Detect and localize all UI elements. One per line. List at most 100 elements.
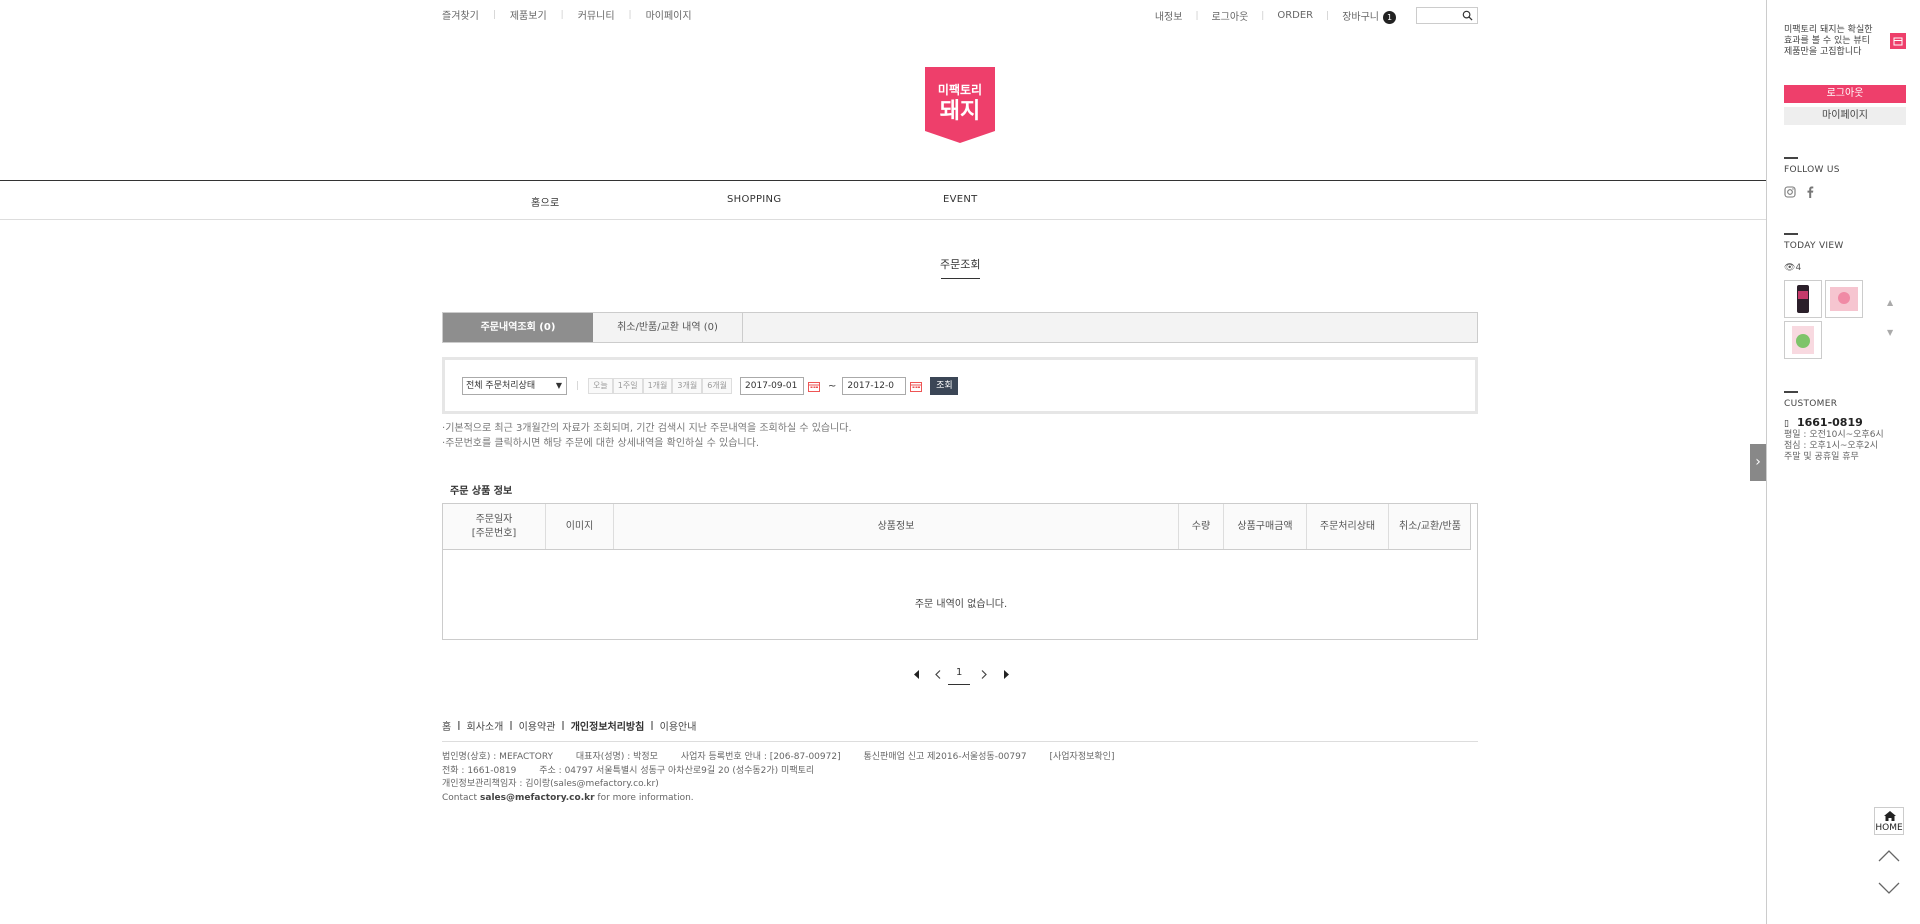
table-header: 주문일자 [주문번호] 이미지 상품정보 수량 상품구매금액 주문처리상태 취소…	[443, 504, 1471, 550]
sidebar-toggle-button[interactable]: ›	[1750, 444, 1766, 481]
scroll-top-icon[interactable]	[1877, 848, 1901, 864]
phone-icon: ▯	[1784, 419, 1789, 429]
section-dash	[1784, 233, 1798, 235]
divider: |	[509, 720, 513, 731]
product-image	[1830, 287, 1858, 311]
sidebar-logout-button[interactable]: 로그아웃	[1784, 85, 1906, 103]
page-number-current[interactable]: 1	[956, 667, 962, 678]
empty-message: 주문 내역이 없습니다.	[914, 599, 1008, 610]
search-button[interactable]: 조회	[930, 377, 959, 395]
eye-icon: 👁	[1784, 263, 1796, 273]
phone-number: 1661-0819	[1796, 416, 1863, 429]
customer-hours: 평일 : 오전10시~오후6시 점심 : 오후1시~오후2시 주말 및 공휴일 …	[1784, 430, 1904, 463]
period-6month-button[interactable]: 6개월	[702, 378, 733, 394]
company-info: 법인명(상호) : MEFACTORY 대표자(성명) : 박정모 사업자 등록…	[442, 751, 1114, 805]
privacy-officer: 개인정보관리책임자 : 김이랑(sales@mefactory.co.kr)	[442, 779, 659, 789]
divider: |	[561, 720, 565, 731]
period-1month-button[interactable]: 1개월	[642, 378, 673, 394]
brand-logo[interactable]: 미팩토리 돼지	[925, 67, 995, 143]
page-title: 주문조회	[940, 258, 981, 271]
instagram-icon[interactable]	[1784, 186, 1796, 198]
top-link-logout[interactable]: 로그아웃	[1211, 8, 1248, 23]
period-1week-button[interactable]: 1주일	[612, 378, 643, 394]
divider: |	[1326, 10, 1330, 21]
view-count: 👁4	[1784, 263, 1801, 273]
social-links	[1784, 186, 1814, 198]
section-dash	[1784, 391, 1798, 393]
top-link-community[interactable]: 커뮤니티	[578, 7, 615, 22]
footer-link-about[interactable]: 회사소개	[467, 718, 504, 733]
top-link-myinfo[interactable]: 내정보	[1155, 8, 1183, 23]
sidebar-intro: 미팩토리 돼지는 확실한 효과를 볼 수 있는 뷰티 제품만을 고집합니다	[1784, 25, 1873, 57]
recent-product-thumb[interactable]	[1784, 280, 1822, 318]
contact-prefix: Contact	[442, 792, 478, 803]
order-filter-box: 전체 주문처리상태 ▼ | 오늘 1주일 1개월 3개월 6개월 2017-09…	[442, 357, 1478, 414]
recent-product-thumb[interactable]	[1784, 321, 1822, 359]
note-text: 기본적으로 최근 3개월간의 자료가 조회되며, 기간 검색시 지난 주문내역을…	[445, 423, 852, 434]
thumb-scroll-down-icon[interactable]: ▼	[1887, 328, 1893, 337]
calendar-icon[interactable]	[910, 381, 923, 392]
divider: |	[457, 720, 461, 731]
top-search-input[interactable]	[1416, 7, 1478, 24]
tab-cancel-return-exchange[interactable]: 취소/반품/교환 내역 (0)	[593, 313, 743, 342]
divider: |	[650, 720, 654, 731]
filter-controls: 전체 주문처리상태 ▼ | 오늘 1주일 1개월 3개월 6개월 2017-09…	[462, 377, 959, 395]
hours-line: 점심 : 오후1시~오후2시	[1784, 441, 1878, 451]
divider: |	[576, 381, 580, 391]
top-left-links: 즐겨찾기 | 제품보기 | 커뮤니티 | 마이페이지	[442, 7, 692, 23]
sidebar-mypage-button[interactable]: 마이페이지	[1784, 107, 1906, 125]
thumb-scroll-up-icon[interactable]: ▲	[1887, 298, 1893, 307]
search-icon[interactable]	[1462, 10, 1473, 21]
nav-event[interactable]: EVENT	[943, 194, 978, 205]
main-nav: 홈으로 SHOPPING EVENT	[0, 180, 1766, 220]
period-today-button[interactable]: 오늘	[588, 378, 613, 394]
tab-order-history[interactable]: 주문내역조회 (0)	[443, 313, 593, 342]
current-page-underline	[948, 684, 970, 685]
top-link-mypage[interactable]: 마이페이지	[646, 7, 692, 22]
footer-link-terms[interactable]: 이용약관	[519, 718, 556, 733]
company-phone: 전화 : 1661-0819	[442, 765, 517, 776]
top-link-order[interactable]: ORDER	[1277, 10, 1313, 21]
last-page-icon[interactable]	[1002, 670, 1010, 679]
nav-home[interactable]: 홈으로	[531, 194, 560, 209]
date-range-separator: ~	[828, 380, 837, 392]
contact-email[interactable]: sales@mefactory.co.kr	[480, 793, 595, 803]
calendar-icon[interactable]	[808, 381, 821, 392]
period-3month-button[interactable]: 3개월	[672, 378, 703, 394]
ecommerce-license: 통신판매업 신고 제2016-서울성동-00797	[863, 752, 1027, 762]
scroll-bottom-icon[interactable]	[1877, 880, 1901, 896]
top-link-products[interactable]: 제품보기	[510, 7, 547, 22]
first-page-icon[interactable]	[913, 670, 921, 679]
note-item: ·주문번호를 클릭하시면 해당 주문에 대한 상세내역을 확인하실 수 있습니다…	[442, 438, 759, 449]
facebook-icon[interactable]	[1806, 186, 1814, 198]
nav-shopping[interactable]: SHOPPING	[727, 194, 781, 205]
prev-page-icon[interactable]	[934, 670, 942, 679]
order-status-select[interactable]: 전체 주문처리상태 ▼	[462, 377, 567, 395]
shop-badge-icon[interactable]	[1890, 33, 1906, 49]
pagination: 1	[910, 666, 1010, 686]
customer-phone: ▯ 1661-0819	[1784, 416, 1863, 429]
business-info-check-link[interactable]: [사업자정보확인]	[1049, 752, 1114, 762]
home-icon	[1884, 811, 1896, 821]
right-sidebar: 미팩토리 돼지는 확실한 효과를 볼 수 있는 뷰티 제품만을 고집합니다 로그…	[1766, 0, 1920, 924]
top-right-links: 내정보 | 로그아웃 | ORDER | 장바구니 1	[1155, 7, 1478, 24]
cart-label: 장바구니	[1342, 11, 1379, 23]
order-table: 주문일자 [주문번호] 이미지 상품정보 수량 상품구매금액 주문처리상태 취소…	[442, 503, 1478, 640]
date-to-input[interactable]: 2017-12-0	[842, 377, 907, 395]
recent-product-thumb[interactable]	[1825, 280, 1863, 318]
customer-heading: CUSTOMER	[1784, 399, 1838, 409]
next-page-icon[interactable]	[980, 670, 988, 679]
cart-count-badge: 1	[1383, 10, 1396, 24]
order-section-title: 주문 상품 정보	[450, 486, 513, 497]
footer-link-home[interactable]: 홈	[442, 718, 451, 733]
footer-link-privacy[interactable]: 개인정보처리방침	[571, 718, 645, 733]
date-from-input[interactable]: 2017-09-01	[740, 377, 805, 395]
column-header-product-info: 상품정보	[614, 504, 1179, 549]
home-button[interactable]: HOME	[1874, 807, 1904, 835]
section-dash	[1784, 157, 1798, 159]
divider: |	[1261, 10, 1265, 21]
top-link-bookmark[interactable]: 즐겨찾기	[442, 7, 479, 22]
footer-link-guide[interactable]: 이용안내	[660, 718, 697, 733]
column-header-order-date: 주문일자 [주문번호]	[443, 504, 546, 549]
top-link-cart[interactable]: 장바구니 1	[1342, 8, 1396, 24]
